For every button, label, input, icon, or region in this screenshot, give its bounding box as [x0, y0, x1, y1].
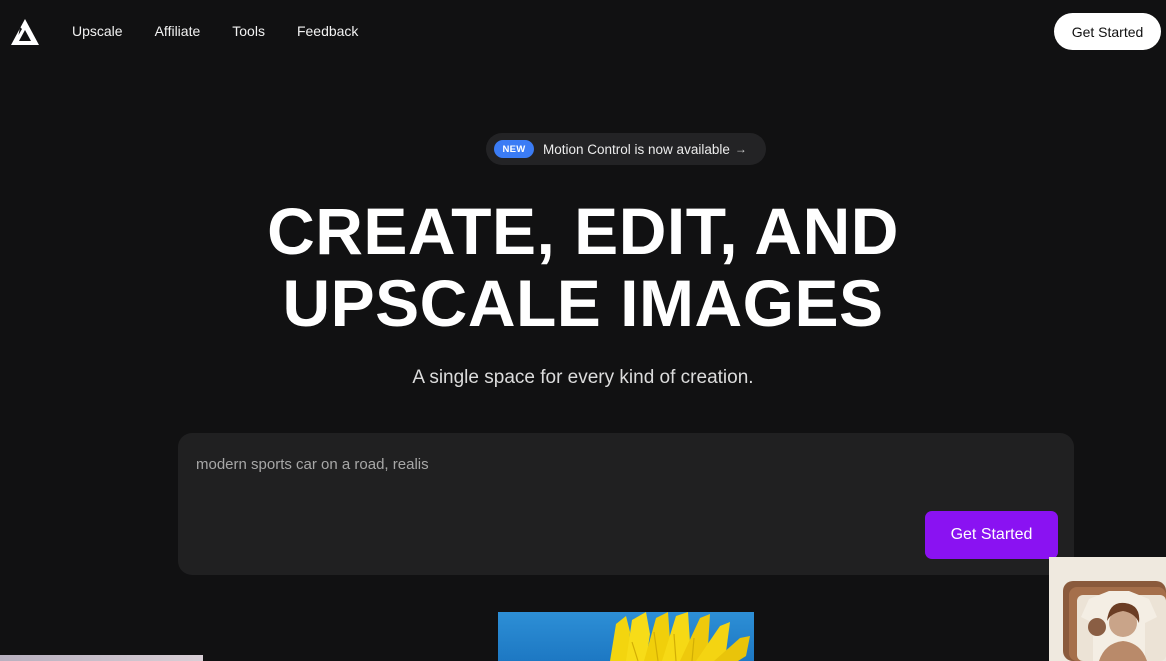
- gallery-thumbnail-sunflower: [498, 612, 754, 661]
- nav-link-upscale[interactable]: Upscale: [72, 22, 123, 40]
- nav-link-tools[interactable]: Tools: [232, 22, 265, 40]
- announcement-pill[interactable]: NEW Motion Control is now available →: [486, 133, 766, 165]
- sunflower-petals-image: [610, 612, 750, 661]
- nav-link-affiliate[interactable]: Affiliate: [155, 22, 201, 40]
- prompt-box: Get Started: [178, 433, 1074, 575]
- hero-subtitle: A single space for every kind of creatio…: [412, 367, 754, 388]
- prompt-input[interactable]: [196, 453, 896, 475]
- arrow-right-icon: →: [734, 142, 747, 156]
- gallery-thumbnail-vintage-portrait: [1049, 557, 1166, 661]
- gallery-thumbnail-left: [0, 655, 203, 661]
- announcement-text: Motion Control is now available: [543, 141, 730, 157]
- hero-title: CREATE, EDIT, AND UPSCALE IMAGES: [200, 195, 966, 339]
- top-nav: Upscale Affiliate Tools Feedback Get Sta…: [0, 0, 1166, 64]
- vintage-portrait-image: [1049, 557, 1166, 661]
- prompt-get-started-button[interactable]: Get Started: [925, 511, 1058, 559]
- nav-link-feedback[interactable]: Feedback: [297, 22, 358, 40]
- new-badge: NEW: [494, 140, 534, 158]
- landing-page: Upscale Affiliate Tools Feedback Get Sta…: [0, 0, 1166, 661]
- nav-get-started-button[interactable]: Get Started: [1054, 13, 1161, 50]
- nav-links: Upscale Affiliate Tools Feedback: [72, 22, 390, 40]
- hero-title-line-2: UPSCALE IMAGES: [282, 266, 884, 340]
- hero-title-line-1: CREATE, EDIT, AND: [267, 194, 899, 268]
- mountain-logo-icon[interactable]: [10, 18, 40, 46]
